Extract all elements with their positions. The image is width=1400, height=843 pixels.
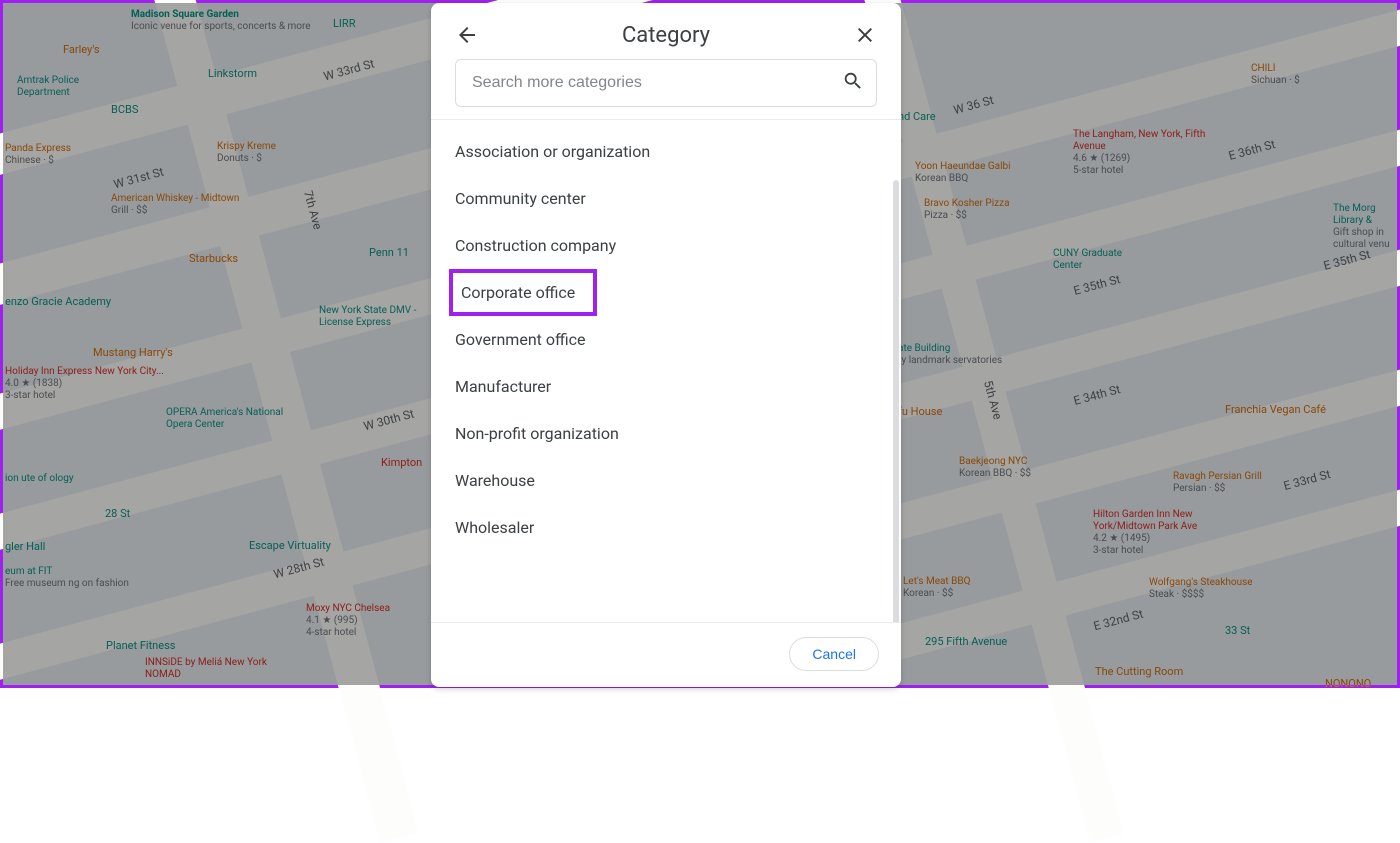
category-modal: Category Association or organization Com… (431, 3, 901, 687)
category-item[interactable]: Wholesaler (431, 504, 901, 551)
category-item[interactable]: Government office (431, 316, 901, 363)
category-item[interactable]: Non-profit organization (431, 410, 901, 457)
modal-title: Category (622, 23, 710, 48)
arrow-left-icon (455, 23, 479, 47)
search-icon (842, 70, 864, 96)
category-item[interactable]: Construction company (431, 222, 901, 269)
scrollbar[interactable] (893, 180, 899, 622)
category-item[interactable]: Association or organization (431, 128, 901, 175)
category-item[interactable]: Manufacturer (431, 363, 901, 410)
category-item-highlighted[interactable]: Corporate office (449, 269, 597, 316)
category-item[interactable]: Community center (431, 175, 901, 222)
cancel-button[interactable]: Cancel (789, 637, 879, 671)
search-input[interactable] (472, 74, 842, 92)
search-box[interactable] (455, 59, 877, 107)
category-item[interactable]: Warehouse (431, 457, 901, 504)
back-button[interactable] (451, 19, 483, 51)
close-button[interactable] (849, 19, 881, 51)
close-icon (853, 23, 877, 47)
category-list[interactable]: Association or organization Community ce… (431, 120, 901, 622)
